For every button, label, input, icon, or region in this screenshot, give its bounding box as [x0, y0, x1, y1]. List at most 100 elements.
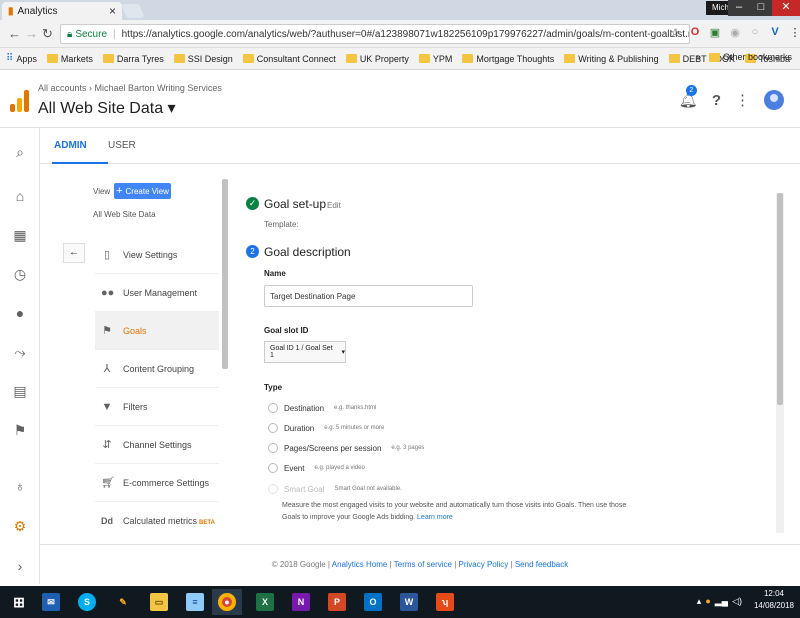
bookmark-folder[interactable]: Mortgage Thoughts	[462, 54, 554, 64]
minimize-icon[interactable]: –	[728, 0, 750, 16]
more-options-icon[interactable]: ⋮	[735, 91, 750, 109]
menu-item-ecommerce-settings[interactable]: 🛒︎ E-commerce Settings	[95, 464, 219, 502]
acquisition-icon[interactable]: ⤳	[0, 344, 40, 361]
star-icon[interactable]: ☆	[668, 26, 682, 39]
expand-chevron-icon[interactable]: ›	[0, 558, 40, 574]
extension-green-icon[interactable]: ▣	[708, 26, 722, 39]
footer-link-analytics-home[interactable]: Analytics Home	[332, 560, 388, 569]
plus-icon: +	[116, 185, 123, 197]
type-option-pages-per-session[interactable]: Pages/Screens per session e.g. 3 pages	[268, 443, 424, 453]
radio-button[interactable]	[268, 443, 278, 453]
windows-start-icon[interactable]: ⊞	[4, 589, 34, 615]
bookmark-folder[interactable]: Darra Tyres	[102, 54, 164, 64]
type-option-destination[interactable]: Destination e.g. thanks.html	[268, 403, 376, 413]
opera-icon[interactable]: O	[688, 26, 702, 39]
taskbar-skype-icon[interactable]: S	[72, 589, 102, 615]
bookmark-label: Consultant Connect	[256, 53, 336, 64]
taskbar-powerpoint-icon[interactable]: P	[322, 589, 352, 615]
volume-icon[interactable]: ◁)	[732, 596, 742, 607]
behavior-icon[interactable]: ▤	[0, 383, 40, 400]
help-icon[interactable]: ?	[712, 92, 721, 109]
bookmarks-overflow-icon[interactable]: »	[696, 52, 701, 62]
avatar[interactable]	[764, 90, 784, 110]
menu-item-calculated-metrics[interactable]: Dd Calculated metrics BETA	[95, 502, 219, 540]
bookmark-folder[interactable]: Writing & Publishing	[564, 54, 659, 64]
customization-icon[interactable]: ▦	[0, 227, 40, 244]
extension-gray-icon[interactable]: ◉	[728, 26, 742, 39]
property-selector[interactable]: All Web Site Data ▾	[38, 98, 176, 118]
column-scrollbar[interactable]	[222, 179, 228, 369]
goal-setup-edit-link[interactable]: Edit	[327, 201, 341, 210]
type-option-duration[interactable]: Duration e.g. 5 minutes or more	[268, 423, 384, 433]
bookmark-folder[interactable]: Consultant Connect	[242, 53, 336, 64]
search-icon[interactable]: ⌕	[0, 144, 40, 161]
wifi-icon[interactable]: ▂▄	[715, 596, 728, 607]
radio-button[interactable]	[268, 423, 278, 433]
taskbar-mail-icon[interactable]: ✉	[36, 589, 66, 615]
type-label: Type	[264, 383, 283, 392]
taskbar-chrome-icon[interactable]: ●	[212, 589, 242, 615]
taskbar-app-orange-icon[interactable]: ʮ	[430, 589, 460, 615]
taskbar-clock[interactable]: 12:04 14/08/2018	[754, 588, 794, 612]
footer-link-feedback[interactable]: Send feedback	[515, 560, 568, 569]
extension-circle-icon[interactable]: ○	[748, 26, 762, 39]
menu-item-goals[interactable]: ⚑ Goals	[95, 312, 219, 350]
discover-lightbulb-icon[interactable]: ♁	[0, 478, 40, 494]
home-icon[interactable]: ⌂	[0, 188, 40, 204]
type-option-event[interactable]: Event e.g. played a video	[268, 463, 365, 473]
taskbar-onenote-icon[interactable]: N	[286, 589, 316, 615]
footer-link-terms[interactable]: Terms of service	[394, 560, 452, 569]
bookmark-folder[interactable]: UK Property	[345, 54, 409, 64]
url-input[interactable]: 🔒︎ Secure | https://analytics.google.com…	[60, 24, 690, 44]
maximize-icon[interactable]: □	[750, 0, 772, 16]
type-option-label: Smart Goal	[284, 484, 325, 494]
taskbar-paint-icon[interactable]: ✎	[108, 589, 138, 615]
conversions-flag-icon[interactable]: ⚑	[0, 422, 40, 439]
tab-user[interactable]: USER	[108, 140, 136, 151]
analytics-logo-icon[interactable]	[10, 90, 30, 112]
tray-chevron-icon[interactable]: ▴	[697, 596, 702, 607]
account-breadcrumb[interactable]: All accounts › Michael Barton Writing Se…	[38, 83, 222, 93]
browser-tab[interactable]: ▮ Analytics ×	[2, 2, 122, 20]
notifications-bell-icon[interactable]: 🔔︎ 2	[679, 85, 698, 109]
realtime-clock-icon[interactable]: ◷	[0, 266, 40, 283]
forward-arrow-icon[interactable]: →	[25, 26, 38, 41]
taskbar-outlook-icon[interactable]: O	[358, 589, 388, 615]
view-name[interactable]: All Web Site Data	[93, 210, 156, 219]
bookmark-folder[interactable]: Markets	[46, 54, 93, 64]
menu-item-user-management[interactable]: ●● User Management	[95, 274, 219, 312]
goal-slot-select[interactable]: Goal ID 1 / Goal Set 1 ▾	[264, 341, 346, 363]
window-close-icon[interactable]: ✕	[772, 0, 800, 16]
taskbar-excel-icon[interactable]: X	[250, 589, 280, 615]
back-arrow-icon[interactable]: ←	[8, 26, 21, 41]
menu-item-view-settings[interactable]: ▯ View Settings	[95, 236, 219, 274]
bookmark-folder[interactable]: SSI Design	[173, 54, 233, 64]
menu-item-channel-settings[interactable]: ⇵ Channel Settings	[95, 426, 219, 464]
learn-more-link[interactable]: Learn more	[417, 514, 453, 521]
footer-link-privacy[interactable]: Privacy Policy	[459, 560, 509, 569]
menu-item-filters[interactable]: ▼ Filters	[95, 388, 219, 426]
bookmark-apps[interactable]: ⠿ Apps	[6, 53, 37, 64]
analytics-header: All accounts › Michael Barton Writing Se…	[0, 70, 800, 128]
new-tab-button[interactable]	[121, 4, 145, 18]
browser-menu-icon[interactable]: ⋮	[788, 26, 800, 39]
admin-gear-icon[interactable]: ⚙	[0, 518, 40, 535]
tab-admin[interactable]: ADMIN	[54, 140, 87, 151]
back-arrow-button[interactable]: ←	[63, 243, 85, 263]
main-scrollbar-thumb[interactable]	[777, 193, 783, 405]
goal-name-input[interactable]	[264, 285, 473, 307]
taskbar-explorer-icon[interactable]: ▭	[144, 589, 174, 615]
tray-app-icon[interactable]: ●	[705, 596, 710, 607]
radio-button[interactable]	[268, 403, 278, 413]
taskbar-word-icon[interactable]: W	[394, 589, 424, 615]
other-bookmarks[interactable]: Other bookmarks	[708, 52, 792, 62]
menu-item-content-grouping[interactable]: ⅄ Content Grouping	[95, 350, 219, 388]
taskbar-notepad-icon[interactable]: ≡	[180, 589, 210, 615]
tab-close-icon[interactable]: ×	[109, 4, 116, 18]
create-view-button[interactable]: + Create View	[114, 183, 171, 199]
reload-icon[interactable]: ↻	[42, 26, 53, 42]
bookmark-folder[interactable]: YPM	[418, 54, 452, 64]
radio-button[interactable]	[268, 463, 278, 473]
audience-person-icon[interactable]: ●	[0, 305, 40, 321]
extension-v-icon[interactable]: V	[768, 26, 782, 39]
